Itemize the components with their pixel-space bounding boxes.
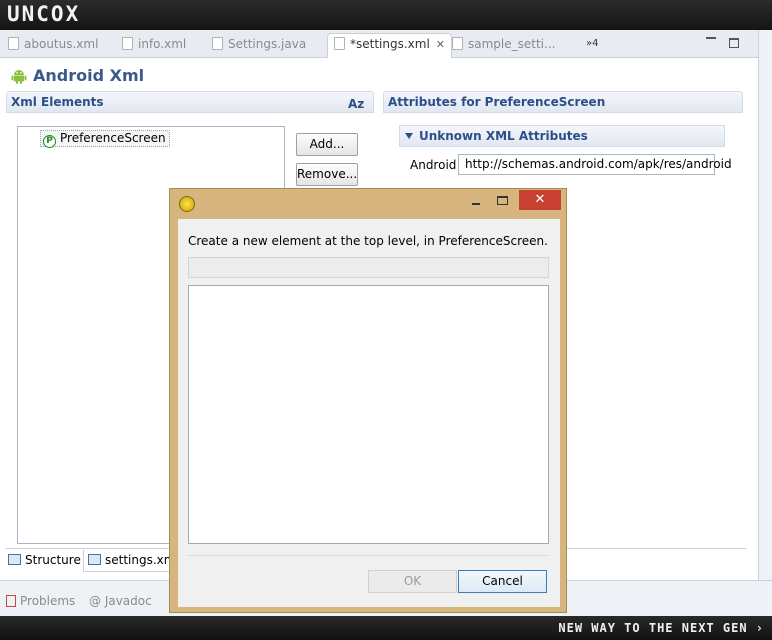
right-edge-strip (758, 30, 772, 580)
unknown-attributes-label: Unknown XML Attributes (419, 129, 588, 143)
minimize-icon[interactable] (471, 194, 483, 206)
add-button[interactable]: Add... (296, 133, 358, 156)
page-tab-label: settings.xml (105, 553, 179, 567)
view-tab-label: Problems (20, 594, 76, 608)
xml-source-icon (88, 554, 101, 565)
editor-tab-bar: aboutus.xml info.xml Settings.java *sett… (0, 30, 772, 59)
close-button[interactable]: ✕ (519, 190, 561, 210)
chevron-down-icon (405, 133, 413, 139)
view-tab-problems[interactable]: Problems (6, 594, 75, 608)
dialog-titlebar[interactable]: ✕ (170, 189, 566, 216)
xml-elements-header: Xml Elements (6, 91, 374, 113)
tab-label: info.xml (138, 37, 187, 51)
xml-file-icon (452, 37, 463, 50)
top-banner: UNCOX (0, 0, 772, 30)
remove-button[interactable]: Remove... (296, 163, 358, 186)
structure-icon (8, 554, 21, 565)
tab-label: sample_setti... (468, 37, 556, 51)
android-attribute-label: Android (410, 158, 457, 172)
ok-button[interactable]: OK (368, 570, 457, 593)
dialog-message: Create a new element at the top level, i… (188, 234, 548, 248)
dialog-separator (188, 555, 549, 556)
tab-aboutus-xml[interactable]: aboutus.xml (8, 34, 98, 56)
tree-node-label: PreferenceScreen (60, 131, 166, 145)
view-tab-javadoc[interactable]: @ Javadoc (89, 594, 152, 608)
dialog-client: Create a new element at the top level, i… (178, 219, 560, 607)
eclipse-app-icon (179, 196, 195, 212)
brand-logo: UNCOX (7, 2, 81, 26)
tab-label: Settings.java (228, 37, 307, 51)
tagline: NEW WAY TO THE NEXT GEN › (558, 621, 764, 635)
bottom-banner: NEW WAY TO THE NEXT GEN › (0, 616, 772, 640)
android-icon (11, 70, 27, 84)
minimize-icon[interactable] (706, 36, 716, 39)
java-file-icon (212, 37, 223, 50)
android-attribute-field[interactable]: http://schemas.android.com/apk/res/andro… (458, 154, 732, 175)
unknown-attributes-header[interactable]: Unknown XML Attributes (399, 125, 725, 147)
tab-info-xml[interactable]: info.xml (122, 34, 186, 56)
tab-label: aboutus.xml (24, 37, 99, 51)
editor-title: Android Xml (33, 66, 145, 85)
tab-settings-xml-active[interactable]: *settings.xml ✕ (327, 33, 453, 59)
close-icon[interactable]: ✕ (436, 38, 445, 51)
new-element-dialog: ✕ Create a new element at the top level,… (169, 188, 567, 613)
tree-node-preference-screen[interactable]: P PreferenceScreen (40, 130, 170, 148)
tab-settings-java[interactable]: Settings.java (212, 34, 306, 56)
tab-overflow-button[interactable]: »4 (586, 38, 598, 49)
preference-icon: P (43, 135, 56, 148)
page-tab-label: Structure (25, 553, 81, 567)
element-list[interactable] (188, 285, 549, 544)
filter-input[interactable] (188, 257, 549, 278)
maximize-icon[interactable] (729, 38, 739, 48)
tab-sample-settings[interactable]: sample_setti... (452, 34, 555, 56)
problems-icon (6, 595, 16, 607)
xml-file-icon (8, 37, 19, 50)
xml-file-icon (334, 37, 345, 50)
attributes-header: Attributes for PreferenceScreen (383, 91, 743, 113)
page-tab-structure[interactable]: Structure (8, 550, 81, 572)
sort-az-icon[interactable]: Az (348, 97, 364, 111)
cancel-button[interactable]: Cancel (458, 570, 547, 593)
maximize-icon[interactable] (497, 196, 508, 205)
xml-file-icon (122, 37, 133, 50)
tab-label: *settings.xml (350, 37, 430, 51)
